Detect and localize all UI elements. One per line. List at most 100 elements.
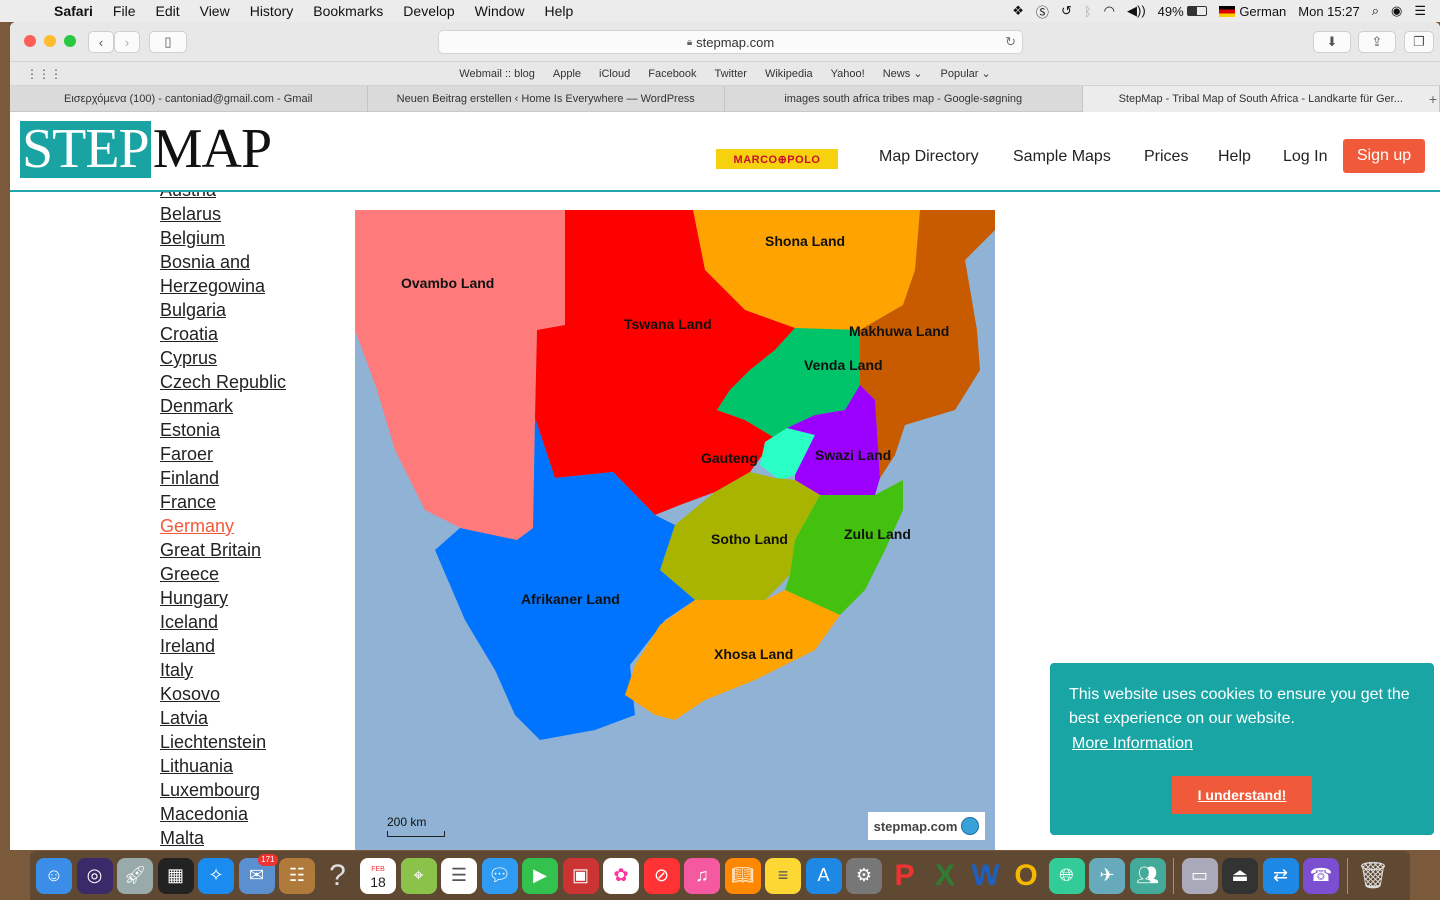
notification-center-icon[interactable]: ☰ [1414,3,1426,19]
app-store-icon[interactable]: A [805,857,842,894]
siri-icon[interactable]: ◎ [76,857,113,894]
menu-view[interactable]: View [190,3,240,19]
country-link[interactable]: Kosovo [160,682,340,706]
close-window-button[interactable] [24,35,36,47]
music-icon[interactable]: ♫ [684,857,720,894]
share-icon[interactable]: ⇪ [1358,31,1396,53]
country-link[interactable]: Estonia [160,418,340,442]
bluetooth-icon[interactable]: ᛒ [1084,4,1092,19]
books-icon[interactable]: 📖︎ [724,857,761,894]
country-link[interactable]: Cyprus [160,346,340,370]
powerpoint-icon[interactable]: P [887,858,923,894]
calendar-icon[interactable]: FEB 18 [360,857,396,894]
country-link[interactable]: Iceland [160,610,340,634]
input-source[interactable]: German [1219,4,1286,19]
sign-up-button[interactable]: Sign up [1343,139,1425,173]
nav-help[interactable]: Help [1218,148,1251,166]
country-link[interactable]: Lithuania [160,754,340,778]
launchpad-icon[interactable]: 🚀︎ [117,857,153,894]
fav-webmail[interactable]: Webmail :: blog [459,68,535,80]
country-link[interactable]: Latvia [160,706,340,730]
fav-news[interactable]: News ⌄ [883,67,923,80]
notes-icon[interactable]: ≡ [765,857,801,894]
teamviewer-icon[interactable]: ⇄ [1262,857,1299,894]
country-link[interactable]: Malta [160,826,340,850]
nav-sample-maps[interactable]: Sample Maps [1013,148,1111,166]
photo-booth-icon[interactable]: ▣ [562,857,599,894]
downloads-icon[interactable]: ⬇ [1313,31,1351,53]
fav-apple[interactable]: Apple [553,68,581,80]
tab-google-search[interactable]: images south africa tribes map - Google-… [725,86,1083,112]
viber-icon[interactable]: ☎ [1303,857,1339,894]
finder-icon[interactable]: ☺ [36,857,72,894]
country-link[interactable]: Hungary [160,586,340,610]
fav-popular[interactable]: Popular ⌄ [941,67,991,80]
network-utility-icon[interactable]: ✈ [1089,857,1125,894]
skype-icon[interactable]: Ⓢ [1036,2,1049,21]
country-link[interactable]: Herzegowina [160,274,340,298]
preview-icon[interactable]: ▭ [1181,857,1218,894]
menu-window[interactable]: Window [465,3,535,19]
tabs-overview-icon[interactable]: ❐ [1404,31,1434,53]
map-watermark[interactable]: stepmap.com [868,812,985,840]
dropbox-icon[interactable]: ❖ [1012,3,1024,19]
country-link[interactable]: Luxembourg [160,778,340,802]
marco-polo-logo[interactable]: MARCO⊕POLO [716,149,838,169]
accept-cookies-button[interactable]: I understand! [1172,776,1312,814]
country-link[interactable]: Belgium [160,226,340,250]
country-link[interactable]: Italy [160,658,340,682]
zoom-window-button[interactable] [64,35,76,47]
fav-yahoo[interactable]: Yahoo! [831,68,865,80]
country-link[interactable]: Finland [160,466,340,490]
excel-icon[interactable]: X [927,858,963,894]
tab-stepmap[interactable]: StepMap - Tribal Map of South Africa - L… [1082,86,1440,112]
wifi-icon[interactable]: ◠ [1104,3,1115,19]
country-link[interactable]: Ireland [160,634,340,658]
volume-icon[interactable]: ◀)) [1127,3,1146,19]
photo-booth-icon[interactable]: ▦ [157,857,194,894]
battery-status[interactable]: 49% [1158,4,1208,19]
family-icon[interactable]: 👥︎ [1129,857,1166,894]
maps-icon[interactable]: ⌖ [400,857,437,894]
country-link[interactable]: Macedonia [160,802,340,826]
country-link[interactable]: Bosnia and [160,250,340,274]
region-ovambo[interactable] [355,210,565,540]
country-link[interactable]: Czech Republic [160,370,340,394]
reload-icon[interactable]: ↻ [1005,34,1016,50]
tab-wordpress[interactable]: Neuen Beitrag erstellen ‹ Home Is Everyw… [368,86,725,112]
top-sites-icon[interactable]: ⋮⋮⋮ [26,67,62,81]
word-icon[interactable]: W [968,858,1004,894]
airdrop-icon[interactable]: ⏏ [1222,857,1258,894]
facetime-icon[interactable]: ▶ [522,857,558,894]
country-link[interactable]: Croatia [160,322,340,346]
country-link[interactable]: Faroer [160,442,340,466]
more-information-link[interactable]: More Information [1072,735,1193,753]
safari-icon[interactable]: ✧ [198,857,234,894]
system-preferences-icon[interactable]: ⚙ [846,857,882,894]
fav-facebook[interactable]: Facebook [648,68,696,80]
stepmap-logo[interactable]: STEP MAP [20,121,272,178]
tab-gmail[interactable]: Εισερχόμενα (100) - cantoniad@gmail.com … [10,86,368,112]
photos-icon[interactable]: ✿ [603,857,639,894]
trash-icon[interactable]: 🗑︎ [1355,858,1391,894]
country-link[interactable]: Belarus [160,202,340,226]
spotlight-icon[interactable]: ⌕ [1372,3,1379,19]
country-link[interactable]: Great Britain [160,538,340,562]
address-bar[interactable]: 🔒︎ stepmap.com ↻ [438,30,1023,54]
country-link[interactable]: Bulgaria [160,298,340,322]
clock[interactable]: Mon 15:27 [1298,4,1359,19]
nav-prices[interactable]: Prices [1144,148,1188,166]
menu-edit[interactable]: Edit [145,3,189,19]
contacts-icon[interactable]: ☷ [279,857,315,894]
fav-wikipedia[interactable]: Wikipedia [765,68,813,80]
fav-twitter[interactable]: Twitter [715,68,747,80]
menu-history[interactable]: History [240,3,304,19]
nav-map-directory[interactable]: Map Directory [879,148,979,166]
news-icon[interactable]: ⊘ [643,857,680,894]
sidebar-toggle-icon[interactable]: ▯ [149,31,187,53]
menu-app-name[interactable]: Safari [44,3,103,19]
menu-bookmarks[interactable]: Bookmarks [303,3,393,19]
country-link[interactable]: Liechtenstein [160,730,340,754]
nav-log-in[interactable]: Log In [1283,148,1327,166]
back-button[interactable]: ‹ [88,31,114,53]
